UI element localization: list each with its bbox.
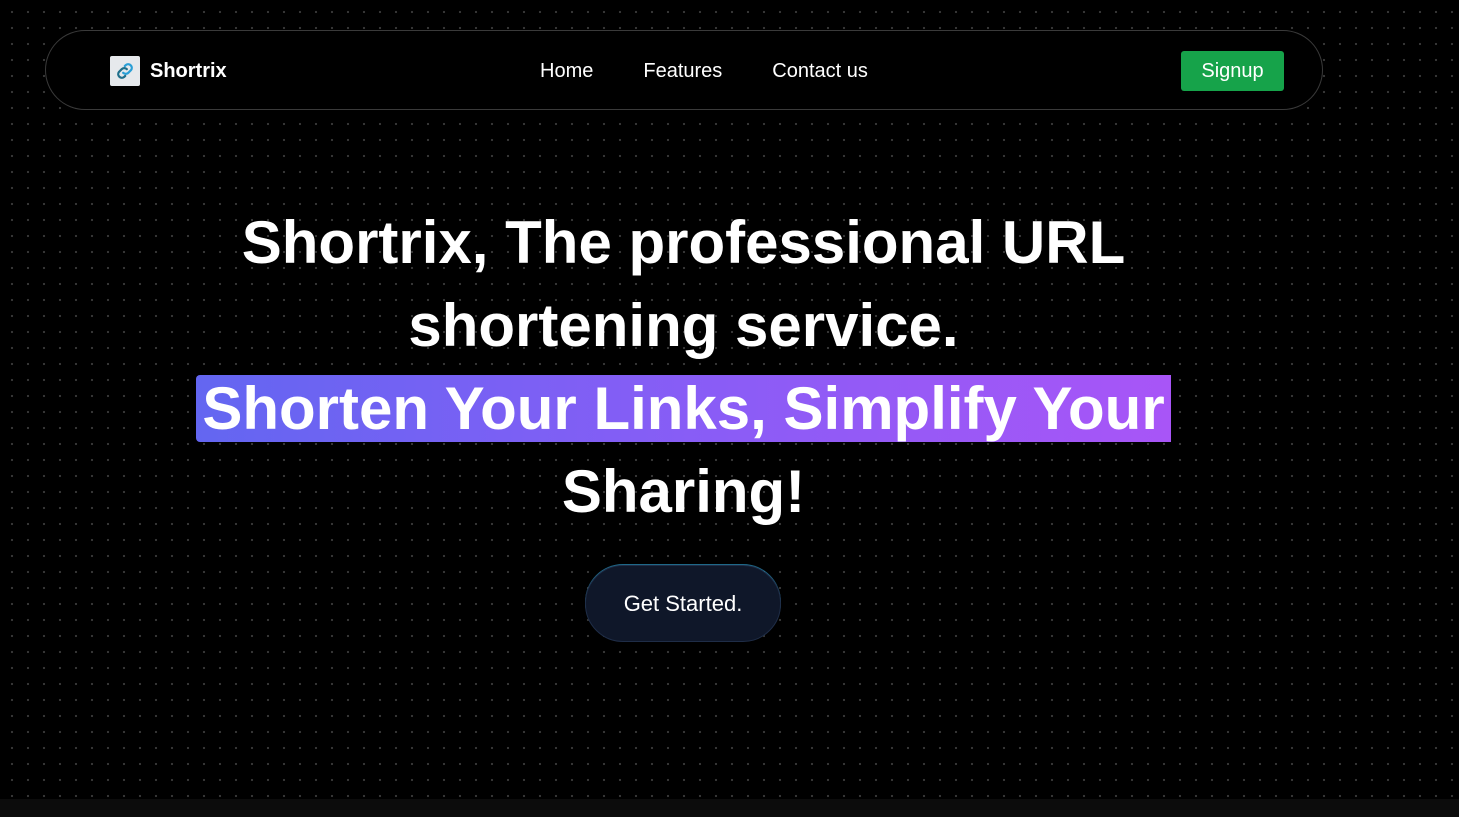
footer-strip (0, 799, 1459, 817)
nav-link-contact[interactable]: Contact us (772, 60, 868, 83)
hero-heading: Shortrix, The professional URL shortenin… (170, 201, 1197, 533)
nav-links: Home Features Contact us (540, 57, 868, 85)
nav-link-home[interactable]: Home (540, 60, 593, 83)
hero-line-1: Shortrix, The professional URL (241, 209, 1126, 276)
brand[interactable]: Shortrix (110, 55, 227, 87)
brand-name: Shortrix (150, 59, 227, 82)
hero-line-2: shortening service. (408, 292, 959, 359)
hero-highlight: Shorten Your Links, Simplify Your (196, 375, 1171, 442)
hero-line-4: Sharing! (561, 458, 806, 525)
get-started-button[interactable]: Get Started. (585, 565, 781, 642)
link-icon (110, 56, 140, 86)
nav-link-features[interactable]: Features (643, 60, 722, 83)
landing-page: Shortrix Home Features Contact us Signup… (0, 0, 1459, 817)
signup-button[interactable]: Signup (1181, 51, 1284, 91)
navbar: Shortrix Home Features Contact us Signup (45, 30, 1323, 110)
